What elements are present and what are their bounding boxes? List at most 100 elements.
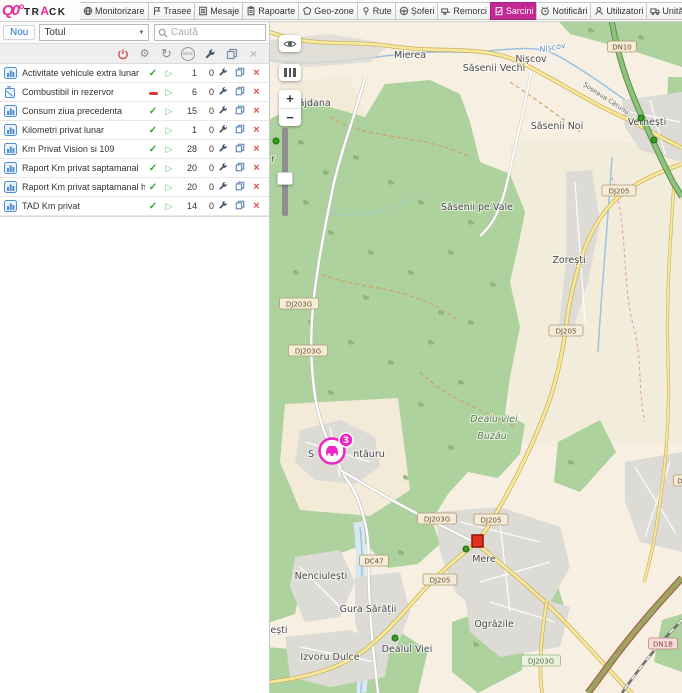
nav-tabs: Monitorizare Trasee Mesaje Rapoarte Geo-…: [80, 0, 682, 22]
tab-remorci[interactable]: Remorci: [437, 2, 491, 20]
properties-wrench-icon[interactable]: [214, 102, 231, 120]
task-row[interactable]: TAD Km privat ✓ ▷ 14 0 ×: [0, 197, 269, 216]
task-row[interactable]: Raport Km privat saptamanal html ✓ ▷ 20 …: [0, 178, 269, 197]
road-shield: DJ205: [423, 574, 457, 585]
fuel-icon: [4, 86, 17, 98]
report-chart-icon: [4, 162, 17, 174]
delete-icon[interactable]: ×: [248, 86, 265, 98]
tab-unitati[interactable]: Unități: [646, 2, 682, 20]
tab-sarcini[interactable]: Sarcini: [490, 2, 538, 20]
tab-mesaje[interactable]: Mesaje: [194, 2, 243, 20]
close-icon[interactable]: ×: [246, 46, 261, 61]
execute-icon[interactable]: ▷: [161, 144, 177, 155]
bars-icon: [284, 68, 287, 77]
properties-wrench-icon[interactable]: [214, 140, 231, 158]
delete-icon[interactable]: ×: [248, 200, 265, 212]
globe-icon: [83, 6, 93, 16]
zoom-out-button[interactable]: −: [279, 109, 301, 127]
max-icon[interactable]: MAX: [181, 47, 195, 61]
status-enabled-icon: ✓: [145, 68, 161, 79]
delete-icon[interactable]: ×: [248, 143, 265, 155]
task-row[interactable]: Combustibil in rezervor ▷ 6 0 ×: [0, 83, 269, 102]
poi-dot-marker[interactable]: [638, 115, 644, 121]
copy-icon[interactable]: [231, 121, 248, 139]
refresh-icon[interactable]: ↻: [159, 46, 174, 61]
trailer-icon: [441, 6, 451, 16]
unit-red-marker[interactable]: [472, 535, 483, 547]
power-icon[interactable]: [115, 46, 130, 61]
copy-icon[interactable]: [231, 83, 248, 101]
copy-icon[interactable]: [224, 46, 239, 61]
execute-icon[interactable]: ▷: [161, 106, 177, 117]
execute-icon[interactable]: ▷: [161, 201, 177, 212]
road-shield: DJ205: [602, 185, 636, 196]
properties-wrench-icon[interactable]: [214, 159, 231, 177]
tab-soferi[interactable]: Șoferi: [395, 2, 439, 20]
task-row[interactable]: Activitate vehicule extra lunar ✓ ▷ 1 0 …: [0, 64, 269, 83]
execute-icon[interactable]: ▷: [161, 87, 177, 98]
task-name: Raport Km privat saptamanal: [22, 163, 145, 173]
map-slider-handle[interactable]: [277, 172, 293, 185]
tab-notificari[interactable]: Notificări: [536, 2, 591, 20]
svg-text:DJ205: DJ205: [556, 328, 577, 336]
gears-icon[interactable]: ⚙: [137, 46, 152, 61]
runs-count: 28: [177, 144, 197, 154]
task-row[interactable]: Km Privat Vision si 109 ✓ ▷ 28 0 ×: [0, 140, 269, 159]
filter-dropdown[interactable]: Totul ▼: [39, 24, 149, 41]
map-canvas[interactable]: DN10DJ205DJ203GDJ203GDJ205DJ203GDJ205DC4…: [270, 22, 682, 693]
copy-icon[interactable]: [231, 197, 248, 215]
copy-icon[interactable]: [231, 178, 248, 196]
tab-trasee[interactable]: Trasee: [148, 2, 196, 20]
poi-dot-marker[interactable]: [392, 635, 398, 641]
task-row[interactable]: Consum ziua precedenta ✓ ▷ 15 0 ×: [0, 102, 269, 121]
execute-icon[interactable]: ▷: [161, 125, 177, 136]
map-place-label: Gura Sărății: [340, 604, 397, 615]
svg-text:DJ205: DJ205: [430, 577, 451, 585]
tasks-panel: Nou Totul ▼ ⚙ ↻ MAX × Activitate vehicul: [0, 22, 270, 693]
properties-wrench-icon[interactable]: [214, 64, 231, 82]
copy-icon[interactable]: [231, 64, 248, 82]
search-input[interactable]: [171, 27, 259, 38]
copy-icon[interactable]: [231, 159, 248, 177]
delete-icon[interactable]: ×: [248, 162, 265, 174]
task-row[interactable]: Raport Km privat saptamanal ✓ ▷ 20 0 ×: [0, 159, 269, 178]
map-place-label: ești: [270, 625, 287, 636]
document-icon: [198, 6, 208, 16]
polygon-icon: [302, 6, 312, 16]
execute-icon[interactable]: ▷: [161, 182, 177, 193]
properties-wrench-icon[interactable]: [214, 197, 231, 215]
delete-icon[interactable]: ×: [248, 67, 265, 79]
visibility-eye-button[interactable]: [279, 35, 301, 52]
copy-icon[interactable]: [231, 140, 248, 158]
poi-dot-marker[interactable]: [273, 138, 279, 144]
map-place-label: Dealul Viei: [382, 644, 433, 655]
map-place-label: Mere: [472, 554, 496, 565]
properties-wrench-icon[interactable]: [214, 83, 231, 101]
zoom-control: + −: [279, 90, 301, 126]
poi-dot-marker[interactable]: [463, 546, 469, 552]
road-shield: DJ205: [549, 325, 583, 336]
wrench-icon[interactable]: [202, 46, 217, 61]
properties-wrench-icon[interactable]: [214, 121, 231, 139]
copy-icon[interactable]: [231, 102, 248, 120]
map-place-label: Nișcov: [515, 54, 547, 65]
zoom-in-button[interactable]: +: [279, 90, 301, 109]
new-task-button[interactable]: Nou: [3, 25, 35, 40]
tab-rapoarte[interactable]: Rapoarte: [242, 2, 299, 20]
tab-geo-zone[interactable]: Geo-zone: [298, 2, 358, 20]
tab-rute[interactable]: Rute: [357, 2, 396, 20]
map-place-label: r: [271, 154, 275, 165]
delete-icon[interactable]: ×: [248, 124, 265, 136]
properties-wrench-icon[interactable]: [214, 178, 231, 196]
execute-icon[interactable]: ▷: [161, 163, 177, 174]
execute-icon[interactable]: ▷: [161, 68, 177, 79]
tab-utilizatori[interactable]: Utilizatori: [590, 2, 647, 20]
delete-icon[interactable]: ×: [248, 105, 265, 117]
task-row[interactable]: Kilometri privat lunar ✓ ▷ 1 0 ×: [0, 121, 269, 140]
poi-dot-marker[interactable]: [651, 137, 657, 143]
tab-monitorizare[interactable]: Monitorizare: [80, 2, 149, 20]
errors-count: 0: [197, 144, 214, 154]
delete-icon[interactable]: ×: [248, 181, 265, 193]
map-render: DN10DJ205DJ203GDJ203GDJ205DJ203GDJ205DC4…: [270, 22, 682, 693]
layers-bars-button[interactable]: [279, 64, 301, 81]
